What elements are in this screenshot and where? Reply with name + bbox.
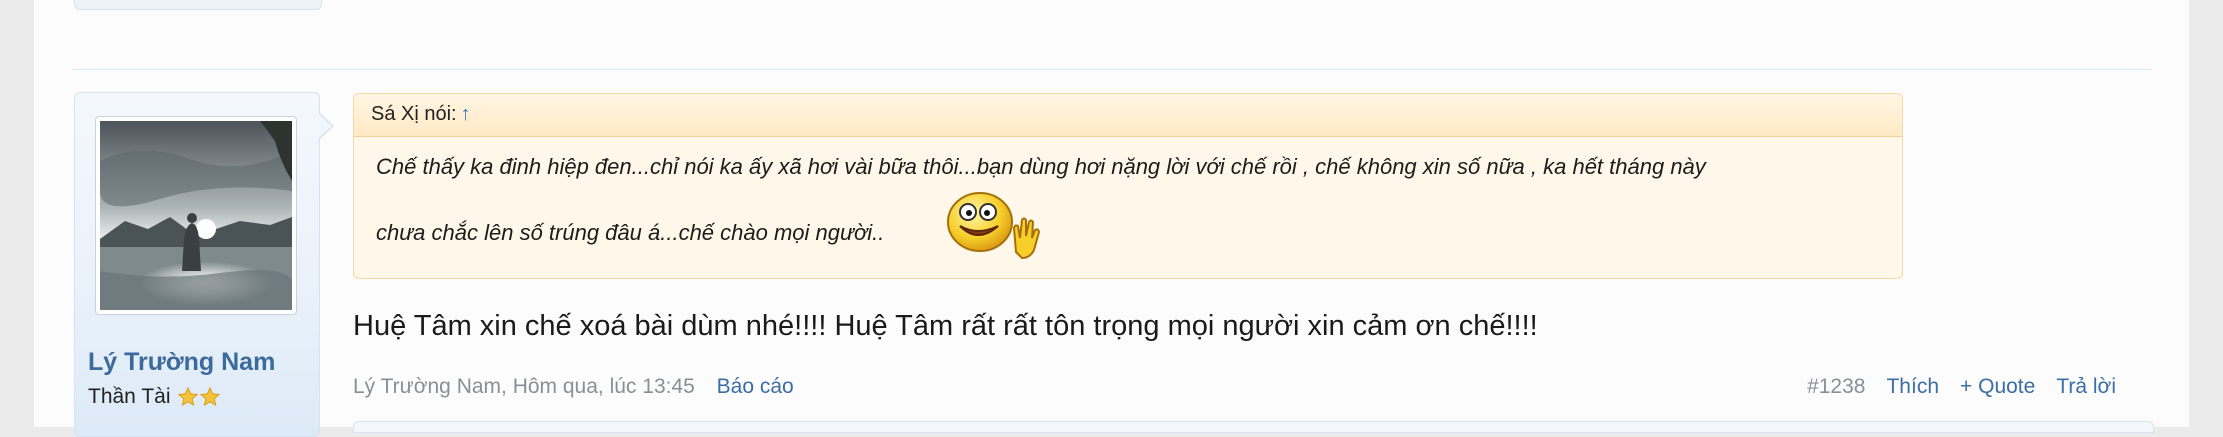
- rank-stars: [177, 386, 221, 408]
- like-link[interactable]: Thích: [1886, 375, 1939, 399]
- quote-header: Sá Xị nói: ↑: [354, 94, 1902, 137]
- post-meta: Lý Trường Nam, Hôm qua, lúc 13:45 Báo cá…: [353, 375, 794, 399]
- post-message: Huệ Tâm xin chế xoá bài dùm nhé!!!! Huệ …: [353, 310, 1538, 342]
- quote-author: Sá Xị nói:: [371, 103, 457, 125]
- quote-text-line: Chế thấy ka đinh hiệp đen...chỉ nói ka ấ…: [376, 154, 1706, 179]
- user-rank-label: Thần Tài: [88, 385, 171, 408]
- multi-quote-link[interactable]: + Quote: [1960, 375, 2035, 399]
- thread-page: Lý Trường Nam Thần Tài Sá Xị nói: ↑ Chế t…: [34, 0, 2189, 437]
- avatar-image: [100, 121, 292, 310]
- post-divider: [72, 69, 2152, 70]
- jump-to-quoted-post-icon[interactable]: ↑: [461, 103, 471, 125]
- star-icon: [199, 386, 220, 407]
- user-title: Thần Tài: [88, 385, 221, 409]
- avatar[interactable]: [95, 116, 297, 315]
- user-info-panel: Lý Trường Nam Thần Tài: [74, 92, 320, 437]
- post-number-link[interactable]: #1238: [1807, 375, 1865, 399]
- waving-smiley-icon: [947, 192, 1041, 260]
- quote-text-line: chưa chắc lên số trúng đâu á...chế chào …: [376, 220, 885, 245]
- star-icon: [177, 386, 198, 407]
- reply-link[interactable]: Trả lời: [2056, 375, 2116, 399]
- username-link[interactable]: Lý Trường Nam: [88, 348, 275, 377]
- post-author-date[interactable]: Lý Trường Nam, Hôm qua, lúc 13:45: [353, 375, 695, 398]
- report-link[interactable]: Báo cáo: [717, 375, 794, 398]
- post-actions: #1238 Thích + Quote Trả lời: [1807, 375, 2116, 399]
- next-post-edge: [353, 421, 2154, 433]
- previous-post-user-panel-edge: [74, 0, 322, 10]
- user-panel-pointer-fill: [319, 114, 332, 138]
- quote-block: Sá Xị nói: ↑ Chế thấy ka đinh hiệp đen...…: [353, 93, 1903, 279]
